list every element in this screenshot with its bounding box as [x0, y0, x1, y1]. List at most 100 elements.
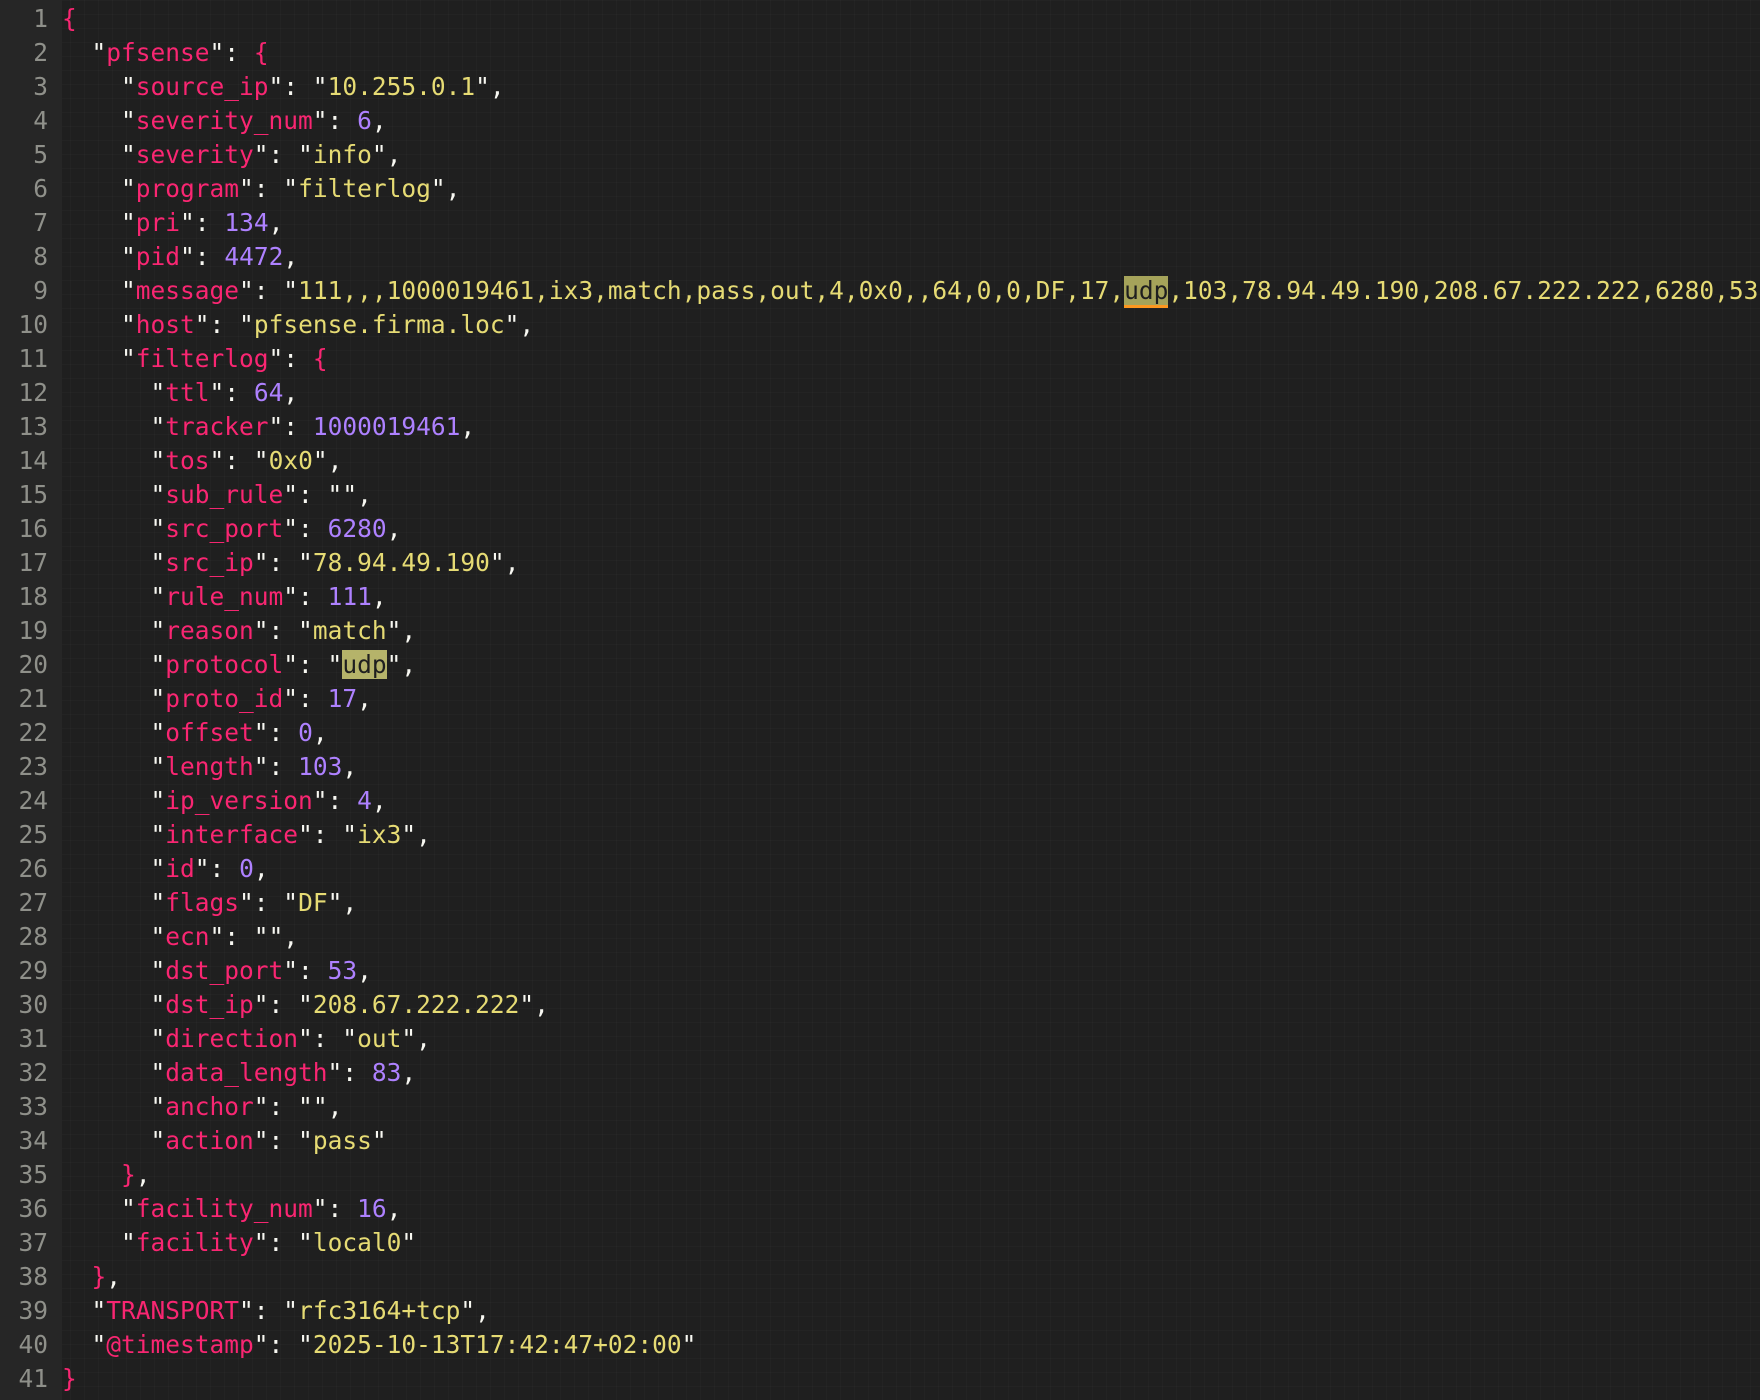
json-number-value: 6280 [327, 514, 387, 543]
json-key: reason [165, 616, 254, 645]
line-number: 23 [18, 752, 48, 781]
line-number: 3 [33, 72, 48, 101]
line-number: 25 [18, 820, 48, 849]
json-string-value: 208.67.222.222 [312, 990, 520, 1019]
json-number-value: 111 [327, 582, 372, 611]
json-key: length [165, 752, 254, 781]
code-line-7: 7 "pri": 134, [0, 206, 1760, 240]
code-line-6: 6 "program": "filterlog", [0, 172, 1760, 206]
code-line-23: 23 "length": 103, [0, 750, 1760, 784]
json-key: ecn [165, 922, 210, 951]
line-number: 15 [18, 480, 48, 509]
json-key: anchor [165, 1092, 254, 1121]
json-string-value: rfc3164+tcp [298, 1296, 461, 1325]
line-number: 40 [18, 1330, 48, 1359]
json-key: @timestamp [106, 1330, 254, 1359]
json-string-value: pass [312, 1126, 372, 1155]
json-string-value: ,103,78.94.49.190,208.67.222.222,6280,53… [1168, 276, 1760, 305]
json-key: tracker [165, 412, 269, 441]
code-line-4: 4 "severity_num": 6, [0, 104, 1760, 138]
line-number: 4 [33, 106, 48, 135]
json-key: message [135, 276, 240, 305]
line-number: 27 [18, 888, 48, 917]
code-line-10: 10 "host": "pfsense.firma.loc", [0, 308, 1760, 342]
line-number: 35 [18, 1160, 48, 1189]
code-line-5: 5 "severity": "info", [0, 138, 1760, 172]
line-number: 22 [18, 718, 48, 747]
json-key: severity_num [135, 106, 313, 135]
code-line-21: 21 "proto_id": 17, [0, 682, 1760, 716]
line-number: 18 [18, 582, 48, 611]
json-key: facility_num [135, 1194, 313, 1223]
line-number: 16 [18, 514, 48, 543]
line-number: 12 [18, 378, 48, 407]
code-line-12: 12 "ttl": 64, [0, 376, 1760, 410]
json-key: tos [165, 446, 210, 475]
code-line-31: 31 "direction": "out", [0, 1022, 1760, 1056]
json-key: rule_num [165, 582, 284, 611]
code-line-17: 17 "src_ip": "78.94.49.190", [0, 546, 1760, 580]
json-string-value: filterlog [298, 174, 431, 203]
code-editor[interactable]: 1{ 2 "pfsense": { 3 "source_ip": "10.255… [0, 0, 1760, 1400]
json-number-value: 103 [298, 752, 343, 781]
code-line-19: 19 "reason": "match", [0, 614, 1760, 648]
search-match-highlight: udp [1124, 276, 1169, 308]
json-key: src_ip [165, 548, 254, 577]
json-string-value: local0 [312, 1228, 402, 1257]
line-number: 38 [18, 1262, 48, 1291]
json-string-value: 0x0 [268, 446, 313, 475]
line-number: 37 [18, 1228, 48, 1257]
line-number: 13 [18, 412, 48, 441]
json-string-value: match [312, 616, 387, 645]
json-key: src_port [165, 514, 284, 543]
code-line-13: 13 "tracker": 1000019461, [0, 410, 1760, 444]
json-key: TRANSPORT [106, 1296, 240, 1325]
line-number: 19 [18, 616, 48, 645]
json-string-value: pfsense.firma.loc [253, 310, 505, 339]
code-line-22: 22 "offset": 0, [0, 716, 1760, 750]
line-number: 29 [18, 956, 48, 985]
code-line-27: 27 "flags": "DF", [0, 886, 1760, 920]
json-number-value: 0 [298, 718, 313, 747]
json-key: protocol [165, 650, 284, 679]
code-line-20: 20 "protocol": "udp", [0, 648, 1760, 682]
code-line-11: 11 "filterlog": { [0, 342, 1760, 376]
json-string-value: 10.255.0.1 [327, 72, 476, 101]
code-line-26: 26 "id": 0, [0, 852, 1760, 886]
json-number-value: 1000019461 [312, 412, 461, 441]
json-key: direction [165, 1024, 299, 1053]
json-key: ip_version [165, 786, 313, 815]
line-number: 26 [18, 854, 48, 883]
json-string-value: ix3 [357, 820, 402, 849]
line-number: 31 [18, 1024, 48, 1053]
json-key: action [165, 1126, 254, 1155]
code-line-2: 2 "pfsense": { [0, 36, 1760, 70]
code-line-40: 40 "@timestamp": "2025-10-13T17:42:47+02… [0, 1328, 1760, 1362]
json-key: source_ip [135, 72, 269, 101]
json-number-value: 64 [253, 378, 284, 407]
json-key: interface [165, 820, 299, 849]
code-line-33: 33 "anchor": "", [0, 1090, 1760, 1124]
json-key: dst_ip [165, 990, 254, 1019]
json-string-value: 111,,,1000019461,ix3,match,pass,out,4,0x… [298, 276, 1125, 305]
line-number: 8 [33, 242, 48, 271]
json-number-value: 53 [327, 956, 358, 985]
line-number: 21 [18, 684, 48, 713]
code-line-3: 3 "source_ip": "10.255.0.1", [0, 70, 1760, 104]
json-string-value: 78.94.49.190 [312, 548, 490, 577]
code-lines: 1{ 2 "pfsense": { 3 "source_ip": "10.255… [0, 2, 1760, 1396]
line-number: 2 [33, 38, 48, 67]
code-line-36: 36 "facility_num": 16, [0, 1192, 1760, 1226]
json-key: id [165, 854, 195, 883]
code-line-41: 41} [0, 1362, 1760, 1396]
line-number: 6 [33, 174, 48, 203]
code-line-28: 28 "ecn": "", [0, 920, 1760, 954]
line-number: 28 [18, 922, 48, 951]
code-line-29: 29 "dst_port": 53, [0, 954, 1760, 988]
json-number-value: 4 [357, 786, 372, 815]
json-key: facility [135, 1228, 254, 1257]
line-number: 20 [18, 650, 48, 679]
code-line-30: 30 "dst_ip": "208.67.222.222", [0, 988, 1760, 1022]
json-key: filterlog [135, 344, 269, 373]
line-number: 33 [18, 1092, 48, 1121]
